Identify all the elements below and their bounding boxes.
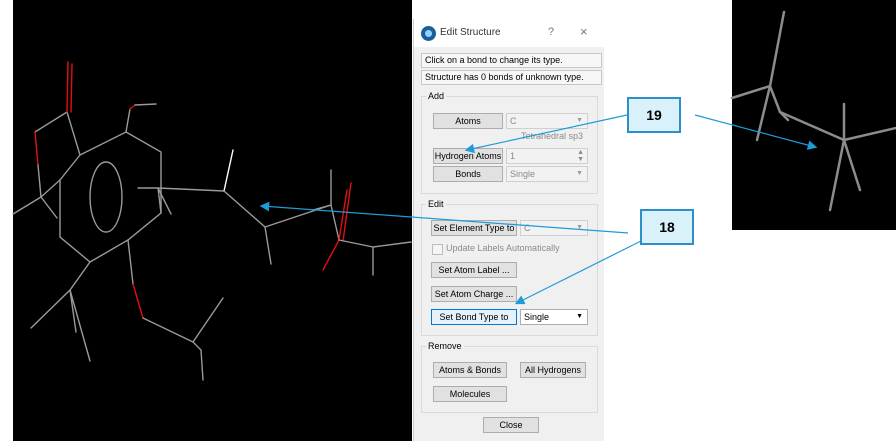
hydrogen-count-value: 1 bbox=[510, 151, 516, 161]
update-labels-checkbox[interactable] bbox=[432, 244, 443, 255]
bond bbox=[137, 187, 225, 215]
set-atom-charge-button[interactable]: Set Atom Charge ... bbox=[431, 286, 517, 302]
bond bbox=[223, 149, 234, 192]
bond bbox=[322, 239, 340, 271]
bond bbox=[755, 84, 772, 142]
remove-atoms-bonds-button[interactable]: Atoms & Bonds bbox=[433, 362, 507, 378]
remove-group bbox=[421, 346, 598, 413]
bond bbox=[338, 182, 352, 242]
dialog-title: Edit Structure bbox=[440, 27, 501, 38]
chevron-down-icon: ▼ bbox=[576, 313, 583, 320]
close-button[interactable]: Close bbox=[483, 417, 539, 433]
add-hydrogen-atoms-button[interactable]: Hydrogen Atoms bbox=[433, 148, 503, 164]
add-bonds-button[interactable]: Bonds bbox=[433, 166, 503, 182]
bond bbox=[125, 108, 131, 133]
bond bbox=[34, 131, 39, 166]
bond bbox=[768, 10, 786, 88]
bond bbox=[127, 239, 134, 285]
edit-structure-dialog: Edit Structure ? × Click on a bond to ch… bbox=[413, 19, 604, 441]
bond-type-value: Single bbox=[510, 169, 536, 179]
remove-group-title: Remove bbox=[426, 341, 464, 351]
callout-badge-19: 19 bbox=[627, 97, 681, 133]
geometry-label: Tetrahedral sp3 bbox=[521, 131, 584, 141]
update-labels-label: Update Labels Automatically bbox=[446, 243, 560, 253]
aromatic-ring bbox=[89, 161, 123, 233]
add-group-title: Add bbox=[426, 91, 447, 101]
element-type-value: C bbox=[524, 223, 531, 233]
help-icon[interactable]: ? bbox=[548, 26, 554, 38]
bond bbox=[223, 190, 332, 265]
bond bbox=[842, 138, 862, 192]
spin-arrows-icon: ▲ ▼ bbox=[577, 149, 584, 163]
remove-all-hydrogens-button[interactable]: All Hydrogens bbox=[520, 362, 586, 378]
remove-molecules-button[interactable]: Molecules bbox=[433, 386, 507, 402]
status-message: Click on a bond to change its type. bbox=[421, 53, 602, 68]
set-bond-type-value: Single bbox=[524, 312, 550, 322]
bond bbox=[842, 126, 896, 142]
app-icon bbox=[421, 26, 436, 41]
hydrogen-count-spinbox[interactable]: 1 ▲ ▼ bbox=[506, 148, 588, 164]
set-bond-type-select[interactable]: Single ▼ bbox=[520, 309, 588, 325]
structure-viewport[interactable] bbox=[12, 0, 412, 441]
bond bbox=[66, 111, 81, 156]
atom-element-value: C bbox=[510, 116, 517, 126]
chevron-down-icon: ▼ bbox=[576, 117, 583, 124]
callout-badge-18: 18 bbox=[640, 209, 694, 245]
bond bbox=[730, 84, 846, 142]
bond bbox=[312, 169, 340, 241]
status-message: Structure has 0 bonds of unknown type. bbox=[421, 70, 602, 85]
element-type-select[interactable]: C ▼ bbox=[520, 220, 588, 236]
bond bbox=[59, 131, 162, 263]
zoom-inset bbox=[730, 0, 896, 230]
set-atom-label-button[interactable]: Set Atom Label ... bbox=[431, 262, 517, 278]
chevron-down-icon: ▼ bbox=[576, 170, 583, 177]
bond bbox=[134, 103, 157, 106]
bond bbox=[142, 297, 224, 381]
bond bbox=[37, 164, 42, 198]
bond bbox=[132, 283, 144, 319]
close-icon[interactable]: × bbox=[580, 24, 588, 39]
inset-molecule bbox=[730, 10, 896, 212]
bond bbox=[129, 104, 136, 110]
add-atoms-button[interactable]: Atoms bbox=[433, 113, 503, 129]
bond bbox=[828, 138, 846, 212]
bond bbox=[12, 179, 61, 219]
title-bar[interactable]: Edit Structure ? × bbox=[414, 19, 604, 47]
bond bbox=[66, 61, 73, 113]
chevron-down-icon: ▼ bbox=[576, 224, 583, 231]
bond-type-select[interactable]: Single ▼ bbox=[506, 166, 588, 182]
edit-group-title: Edit bbox=[426, 199, 446, 209]
molecule-drawing bbox=[12, 61, 412, 381]
bond bbox=[34, 111, 68, 133]
atom-element-select[interactable]: C ▼ bbox=[506, 113, 588, 129]
bond bbox=[338, 239, 412, 276]
set-bond-type-button[interactable]: Set Bond Type to bbox=[431, 309, 517, 325]
bond bbox=[30, 261, 91, 362]
set-element-type-button[interactable]: Set Element Type to bbox=[431, 220, 517, 236]
